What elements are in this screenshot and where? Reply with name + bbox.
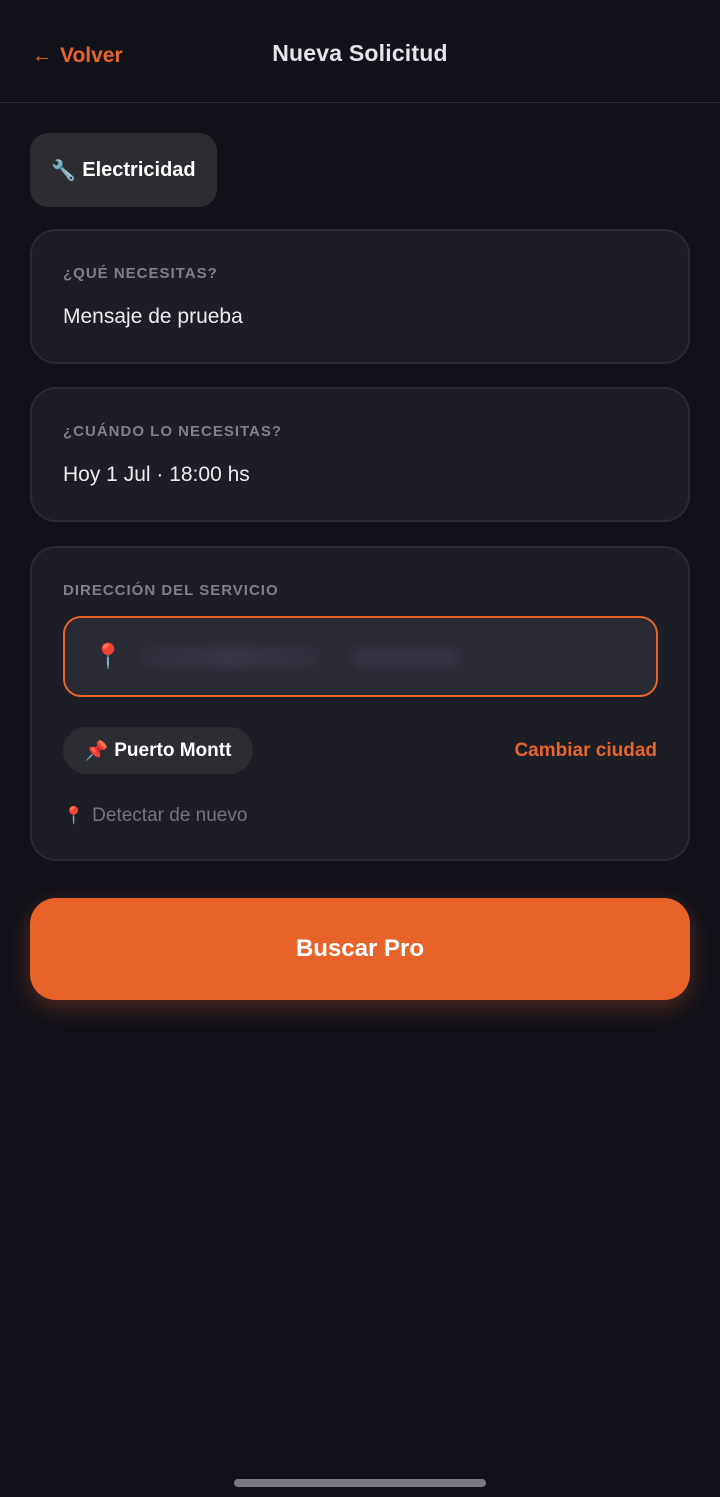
schedule-field[interactable]: ¿CUÁNDO LO NECESITAS? Hoy 1 Jul · 18:00 … (30, 387, 690, 522)
address-label: DIRECCIÓN DEL SERVICIO (63, 582, 279, 599)
need-label: ¿QUÉ NECESITAS? (63, 265, 218, 282)
search-pro-button[interactable]: Buscar Pro (30, 898, 690, 1000)
location-pin-icon: 📍 (63, 806, 85, 825)
home-indicator (234, 1479, 486, 1487)
pushpin-icon: 📌 (84, 740, 109, 762)
need-field[interactable]: ¿QUÉ NECESITAS? Mensaje de prueba (30, 229, 690, 364)
change-city-link[interactable]: Cambiar ciudad (514, 740, 657, 762)
address-input[interactable]: 📍 (63, 616, 658, 697)
top-bar: ← Volver Nueva Solicitud (0, 0, 720, 103)
address-card: DIRECCIÓN DEL SERVICIO 📍 📌 Puerto Montt … (30, 546, 690, 861)
city-chip[interactable]: 📌 Puerto Montt (63, 727, 253, 774)
category-label: Electricidad (82, 158, 196, 181)
detect-again-label: Detectar de nuevo (92, 805, 248, 826)
need-value[interactable]: Mensaje de prueba (63, 305, 243, 329)
new-request-screen: ← Volver Nueva Solicitud 🔧 Electricidad … (0, 0, 720, 1497)
address-redacted-text (140, 645, 321, 668)
city-label: Puerto Montt (114, 739, 232, 761)
address-redacted-text (350, 645, 461, 668)
location-pin-icon: 📍 (93, 643, 123, 670)
detect-again-link[interactable]: 📍 Detectar de nuevo (63, 805, 247, 827)
category-chip[interactable]: 🔧 Electricidad (30, 133, 217, 207)
schedule-value[interactable]: Hoy 1 Jul · 18:00 hs (63, 463, 250, 487)
page-title: Nueva Solicitud (272, 40, 448, 66)
schedule-label: ¿CUÁNDO LO NECESITAS? (63, 423, 283, 440)
wrench-icon: 🔧 (51, 159, 77, 182)
